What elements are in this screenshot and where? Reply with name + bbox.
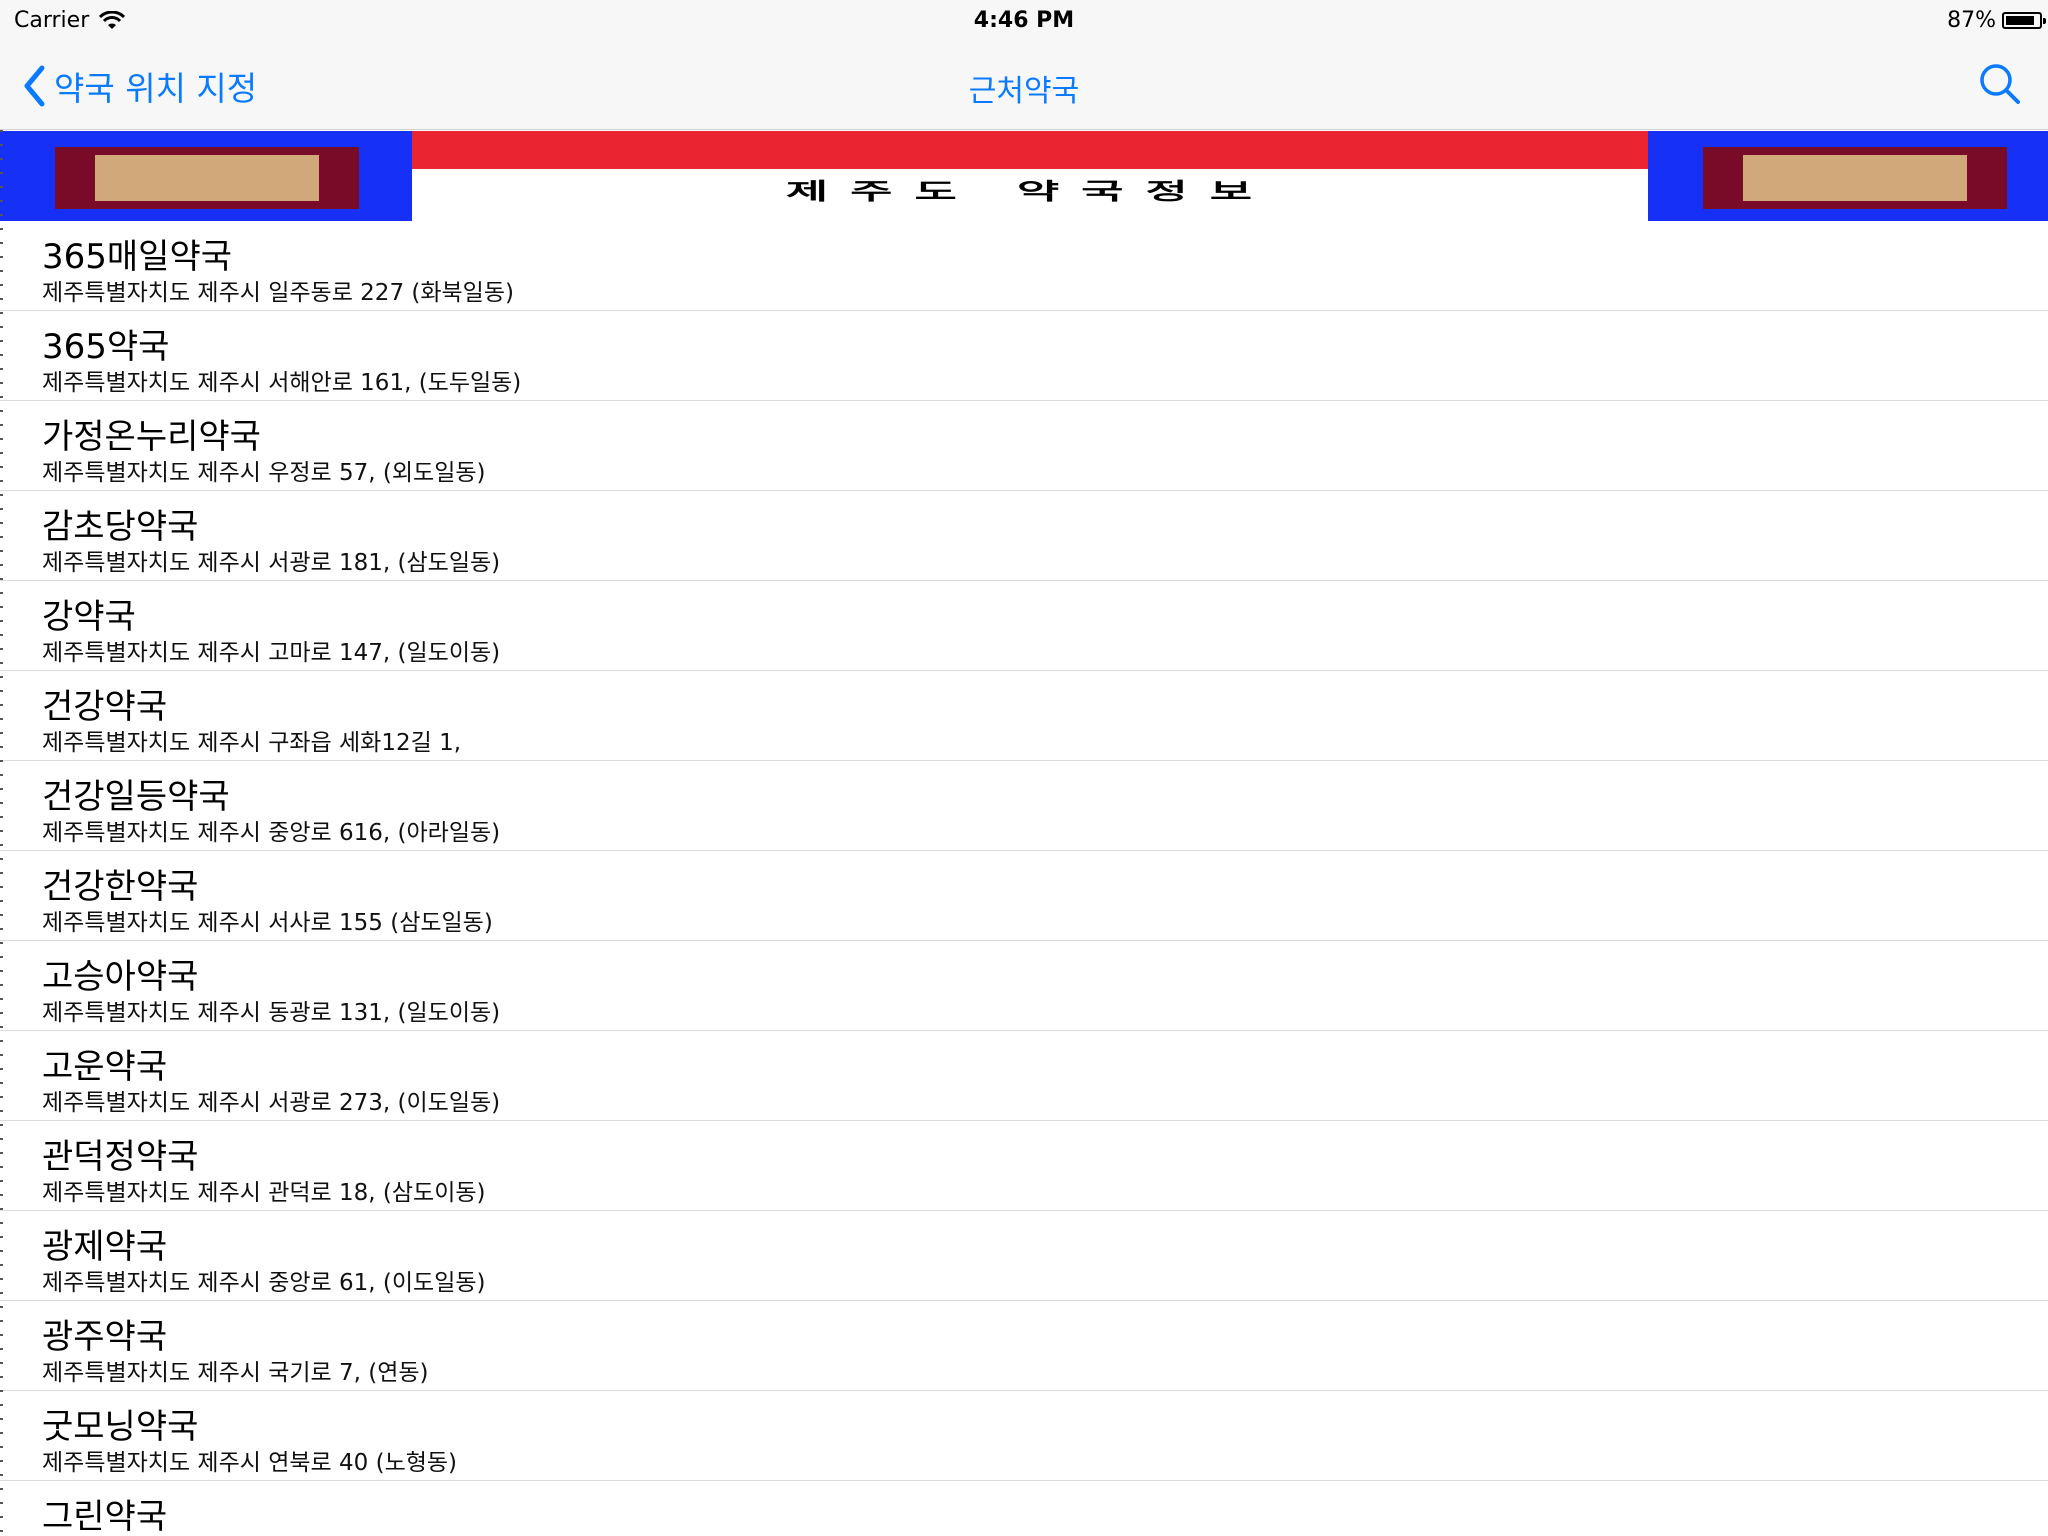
banner-left-frame: [55, 147, 359, 209]
list-item[interactable]: 365약국제주특별자치도 제주시 서해안로 161, (도두일동): [0, 311, 2048, 401]
pharmacy-address: 제주특별자치도 제주시 연북로 40 (노형동): [42, 1450, 458, 1476]
pharmacy-address: 제주특별자치도 제주시 구좌읍 세화12길 1,: [42, 730, 462, 756]
pharmacy-list[interactable]: 365매일약국 제주특별자치도 제주시 일주동로 227 (화북일동) 365약국 제…: [0, 221, 2048, 1536]
list-item[interactable]: 감초당약국제주특별자치도 제주시 서광로 181, (삼도일동): [0, 491, 2048, 581]
pharmacy-address: 제주특별자치도 제주시 서해안로 161, (도두일동): [42, 370, 522, 396]
pharmacy-address: 제주특별자치도 제주시 동광로 131, (일도이동): [42, 1000, 501, 1026]
pharmacy-address: 제주특별자치도 제주시 서사로 155 (삼도일동): [42, 910, 493, 936]
list-item[interactable]: 관덕정약국제주특별자치도 제주시 관덕로 18, (삼도이동): [0, 1121, 2048, 1211]
pharmacy-address: 제주특별자치도 제주시 서광로 181, (삼도일동): [42, 550, 501, 576]
banner-left-panel: [95, 155, 319, 201]
pharmacy-name: 건강한약국: [42, 867, 199, 907]
list-item[interactable]: 고운약국제주특별자치도 제주시 서광로 273, (이도일동): [0, 1031, 2048, 1121]
pharmacy-name: 고운약국: [42, 1047, 168, 1087]
page-title: 근처약국: [968, 74, 1080, 109]
search-icon: [1980, 64, 2020, 104]
pharmacy-name: 365약국: [42, 327, 170, 367]
pharmacy-name: 광주약국: [42, 1317, 168, 1357]
left-edge-marker: [0, 130, 3, 1536]
pharmacy-address: 제주특별자치도 제주시 중앙로 61, (이도일동): [42, 1270, 486, 1296]
navigation-bar: 약국 위치 지정 근처약국: [0, 40, 2048, 130]
pharmacy-name: 관덕정약국: [42, 1137, 199, 1177]
pharmacy-name: 가정온누리약국: [42, 417, 261, 457]
status-time: 4:46 PM: [973, 8, 1075, 33]
banner-right-frame: [1703, 147, 2007, 209]
banner-right-panel: [1743, 155, 1967, 201]
status-bar: Carrier 4:46 PM 87%: [0, 0, 2048, 40]
pharmacy-address: 제주특별자치도 제주시 서광로 273, (이도일동): [42, 1090, 501, 1116]
pharmacy-name: 광제약국: [42, 1227, 168, 1267]
pharmacy-name: 건강약국: [42, 687, 168, 727]
search-button[interactable]: [1978, 62, 2022, 106]
list-item[interactable]: 광제약국제주특별자치도 제주시 중앙로 61, (이도일동): [0, 1211, 2048, 1301]
pharmacy-name: 365매일약국: [42, 237, 233, 277]
banner-title: 제주도 약국정보: [785, 177, 1275, 205]
list-item[interactable]: 그린약국: [0, 1481, 2048, 1536]
pharmacy-name: 그린약국: [42, 1497, 168, 1536]
battery-icon: [2002, 12, 2046, 29]
list-item[interactable]: 건강한약국제주특별자치도 제주시 서사로 155 (삼도일동): [0, 851, 2048, 941]
list-item[interactable]: 365매일약국제주특별자치도 제주시 일주동로 227 (화북일동): [0, 221, 2048, 311]
list-item[interactable]: 강약국제주특별자치도 제주시 고마로 147, (일도이동): [0, 581, 2048, 671]
pharmacy-address: 제주특별자치도 제주시 중앙로 616, (아라일동): [42, 820, 501, 846]
banner-image: 제주도 약국정보: [0, 131, 2048, 221]
battery-status: 87%: [1947, 8, 2046, 33]
pharmacy-name: 굿모닝약국: [42, 1407, 199, 1447]
pharmacy-address: 제주특별자치도 제주시 국기로 7, (연동): [42, 1360, 429, 1386]
pharmacy-address: 제주특별자치도 제주시 관덕로 18, (삼도이동): [42, 1180, 486, 1206]
banner-right-block: [1648, 131, 2048, 221]
pharmacy-name: 강약국: [42, 597, 136, 637]
pharmacy-address: 제주특별자치도 제주시 일주동로 227 (화북일동): [42, 280, 514, 306]
battery-fill: [2006, 16, 2034, 25]
list-item[interactable]: 가정온누리약국제주특별자치도 제주시 우정로 57, (외도일동): [0, 401, 2048, 491]
list-item[interactable]: 굿모닝약국제주특별자치도 제주시 연북로 40 (노형동): [0, 1391, 2048, 1481]
battery-percent: 87%: [1947, 8, 1996, 33]
list-item[interactable]: 건강약국제주특별자치도 제주시 구좌읍 세화12길 1,: [0, 671, 2048, 761]
list-item[interactable]: 건강일등약국제주특별자치도 제주시 중앙로 616, (아라일동): [0, 761, 2048, 851]
list-item[interactable]: 광주약국제주특별자치도 제주시 국기로 7, (연동): [0, 1301, 2048, 1391]
pharmacy-name: 건강일등약국: [42, 777, 230, 817]
banner-red-strip: [412, 131, 1648, 169]
pharmacy-name: 고승아약국: [42, 957, 199, 997]
pharmacy-address: 제주특별자치도 제주시 우정로 57, (외도일동): [42, 460, 486, 486]
banner-left-block: [0, 131, 412, 221]
pharmacy-name: 감초당약국: [42, 507, 199, 547]
list-item[interactable]: 고승아약국제주특별자치도 제주시 동광로 131, (일도이동): [0, 941, 2048, 1031]
pharmacy-address: 제주특별자치도 제주시 고마로 147, (일도이동): [42, 640, 501, 666]
